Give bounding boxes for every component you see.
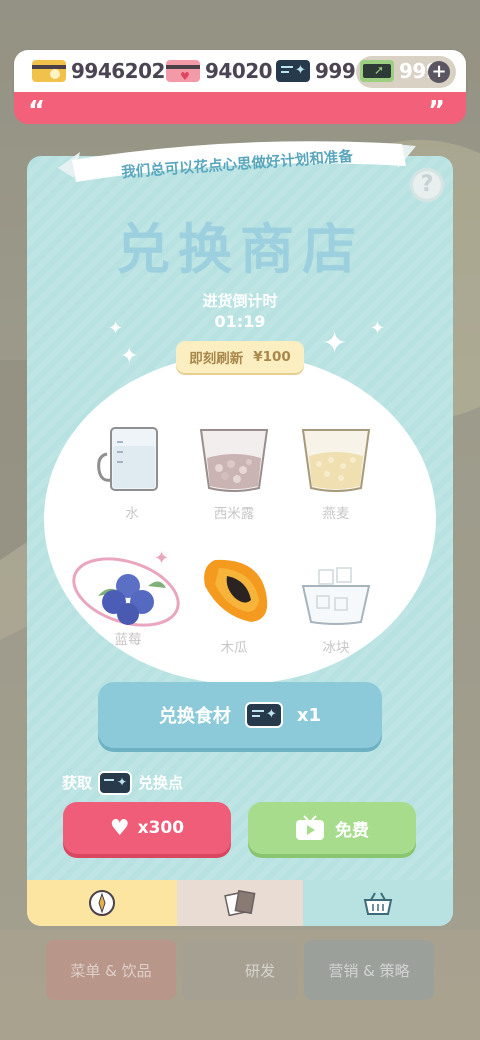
bg-tab-marketing-label: 营销 & 策略 xyxy=(328,961,410,980)
currency-heart: ♥ 94020 xyxy=(166,59,273,83)
exchange-button-label: 兑换食材 xyxy=(158,706,231,727)
ingredient-ice[interactable]: 冰块 xyxy=(286,556,386,656)
ingredient-sago[interactable]: 西米露 xyxy=(184,424,284,522)
sago-bowl-icon xyxy=(199,429,269,492)
bg-tab-research: 研发 xyxy=(182,940,298,1000)
heart-card-icon: ♥ xyxy=(166,60,200,83)
sparkle-icon: ✦ xyxy=(322,326,348,361)
heart-icon: ♥ xyxy=(109,815,130,841)
tab-research[interactable] xyxy=(177,880,303,926)
ingredient-papaya[interactable]: 木瓜 xyxy=(184,556,284,656)
bg-tab-research-label: 研发 xyxy=(244,961,275,980)
exchange-ingredient-button[interactable]: 兑换食材 ✦ x1 xyxy=(98,682,382,748)
heart-cost: x300 xyxy=(137,818,185,838)
exchange-ticket-icon: ✦ xyxy=(100,772,131,793)
sparkle-icon: ✦ xyxy=(108,318,124,339)
papaya-icon xyxy=(204,559,268,622)
get-points-prefix: 获取 xyxy=(62,774,93,792)
ingredient-label: 木瓜 xyxy=(220,640,248,656)
resource-bar-ribbon xyxy=(14,92,466,124)
heart-amount: 94020 xyxy=(205,59,273,83)
shop-title: 兑换商店 xyxy=(116,218,364,281)
close-quote-icon: ” xyxy=(428,96,446,126)
bg-tab-menu: 菜单 & 饮品 xyxy=(46,940,176,1000)
instant-refresh-button[interactable]: 即刻刷新 ¥100 xyxy=(176,341,304,373)
exchange-ticket-icon: ✦ xyxy=(276,60,310,82)
watch-ad-free-button[interactable]: 免费 xyxy=(248,802,416,854)
buy-with-hearts-button[interactable]: ♥ x300 xyxy=(63,802,231,854)
add-currency-button[interactable]: + xyxy=(428,61,450,83)
sparkle-icon: ✦ xyxy=(120,344,139,369)
help-button[interactable]: ? xyxy=(410,168,444,202)
ice-bowl-icon xyxy=(301,567,371,625)
currency-gold: 9946202 xyxy=(32,59,165,83)
bg-tab-marketing: 营销 & 策略 xyxy=(304,940,434,1000)
exchange-ticket-amount: 999 xyxy=(315,59,356,83)
oats-bowl-icon xyxy=(301,429,371,492)
question-icon: ? xyxy=(420,172,434,197)
ingredient-label: 水 xyxy=(125,506,139,522)
get-points-suffix: 兑换点 xyxy=(138,774,184,792)
ingredient-label: 西米露 xyxy=(213,506,255,522)
water-glass-icon xyxy=(97,427,158,491)
free-label: 免费 xyxy=(335,820,369,841)
restock-countdown-time: 01:19 xyxy=(214,312,266,331)
sparkle-icon: ✦ xyxy=(370,318,386,339)
ingredient-water[interactable]: 水 xyxy=(82,424,182,522)
get-points-label: 获取 ✦ 兑换点 xyxy=(62,772,183,793)
open-quote-icon: “ xyxy=(28,96,46,126)
refresh-label: 即刻刷新 xyxy=(189,351,244,367)
bg-tab-menu-label: 菜单 & 饮品 xyxy=(70,961,152,980)
gold-card-icon xyxy=(32,60,66,82)
exchange-cost: x1 xyxy=(296,704,322,726)
compass-icon xyxy=(89,890,115,916)
gold-amount: 9946202 xyxy=(71,59,165,83)
currency-exchange-ticket: ✦ 999 xyxy=(276,59,356,83)
svg-text:✦: ✦ xyxy=(154,548,169,569)
green-ticket-icon: ➚ xyxy=(360,60,394,82)
ingredient-blueberry[interactable]: ✦ 蓝莓 xyxy=(72,548,180,648)
ingredient-oats[interactable]: 燕麦 xyxy=(286,424,386,522)
basket-icon xyxy=(363,892,393,915)
blueberry-icon: ✦ xyxy=(72,548,180,627)
restock-countdown-label: 进货倒计时 xyxy=(202,292,278,310)
ingredient-label: 冰块 xyxy=(322,640,350,656)
research-papers-icon xyxy=(224,890,256,916)
tab-shop[interactable] xyxy=(303,880,453,926)
ingredient-label: 燕麦 xyxy=(322,506,350,522)
exchange-ticket-icon: ✦ xyxy=(246,704,281,726)
tab-compass[interactable] xyxy=(27,880,177,926)
refresh-cost: ¥100 xyxy=(253,349,291,365)
video-tv-icon xyxy=(296,815,324,840)
ingredient-label: 蓝莓 xyxy=(114,632,142,648)
